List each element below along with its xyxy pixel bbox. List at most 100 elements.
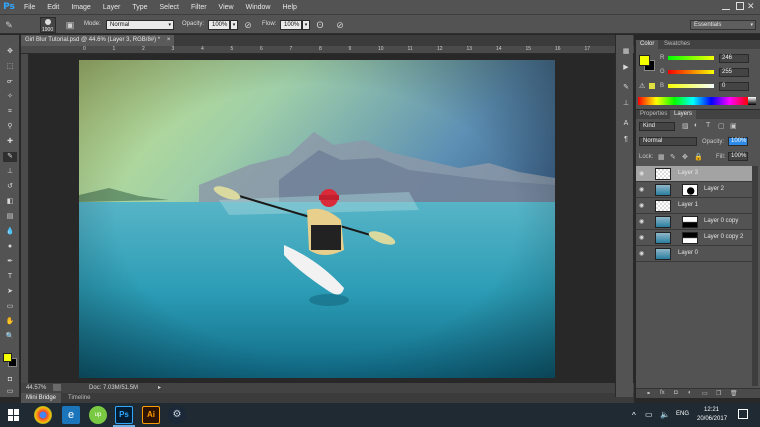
- canvas-area[interactable]: [29, 54, 634, 383]
- maximize-icon[interactable]: [736, 2, 744, 10]
- tab-timeline[interactable]: Timeline: [63, 393, 95, 403]
- workspace-select[interactable]: Essentials ▾: [690, 20, 756, 30]
- visibility-eye-icon[interactable]: ◉: [639, 251, 646, 257]
- layer-row-layer-1[interactable]: ◉ Layer 1: [636, 198, 752, 214]
- eraser-tool-icon[interactable]: ◧: [3, 197, 17, 207]
- out-of-gamut-warning-icon[interactable]: ⚠: [639, 82, 645, 90]
- layer-row-layer-2[interactable]: ◉ Layer 2: [636, 182, 752, 198]
- menu-type[interactable]: Type: [126, 4, 153, 11]
- character-panel-icon[interactable]: A: [619, 119, 633, 129]
- move-tool-icon[interactable]: ✥: [3, 47, 17, 57]
- menu-view[interactable]: View: [213, 4, 240, 11]
- menu-image[interactable]: Image: [65, 4, 96, 11]
- filter-type-icon[interactable]: T: [706, 122, 710, 129]
- brush-panel-icon[interactable]: ✎: [619, 83, 633, 93]
- gradient-tool-icon[interactable]: ▤: [3, 212, 17, 222]
- clock-date[interactable]: 20/06/2017: [697, 416, 727, 422]
- foreground-color-swatch[interactable]: [3, 353, 12, 362]
- chrome-icon[interactable]: [34, 406, 52, 424]
- hand-tool-icon[interactable]: ✋: [3, 317, 17, 327]
- fill-input[interactable]: 100%: [728, 152, 748, 161]
- green-value-input[interactable]: 255: [719, 68, 749, 77]
- blur-tool-icon[interactable]: 💧: [3, 227, 17, 237]
- quick-mask-icon[interactable]: ◘: [3, 375, 17, 385]
- layer-row-layer-0-copy[interactable]: ◉ Layer 0 copy: [636, 214, 752, 230]
- layer-style-icon[interactable]: fx: [660, 390, 665, 396]
- visibility-eye-icon[interactable]: ◉: [639, 203, 646, 209]
- pressure-size-icon[interactable]: ⊘: [334, 19, 346, 31]
- filter-pixel-icon[interactable]: ▨: [682, 122, 689, 130]
- edge-icon[interactable]: e: [62, 406, 80, 424]
- brush-tool-icon[interactable]: ✎: [3, 152, 17, 162]
- flow-dropdown-chevron-icon[interactable]: ▾: [302, 20, 310, 30]
- crop-tool-icon[interactable]: ⌗: [3, 107, 17, 117]
- menu-window[interactable]: Window: [240, 4, 277, 11]
- link-layers-icon[interactable]: ⚭: [646, 390, 651, 397]
- document-tab[interactable]: Girl Blur Tutorial.psd @ 44.6% (Layer 3,…: [21, 35, 175, 46]
- pressure-opacity-icon[interactable]: ⊘: [242, 19, 254, 31]
- show-hidden-icons-chevron-icon[interactable]: ^: [632, 411, 636, 420]
- layer-row-layer-0[interactable]: ◉ Layer 0: [636, 246, 752, 262]
- add-mask-icon[interactable]: ◘: [674, 390, 678, 396]
- blend-mode-select[interactable]: Normal: [639, 137, 697, 146]
- eyedropper-tool-icon[interactable]: ⚲: [3, 122, 17, 132]
- menu-edit[interactable]: Edit: [41, 4, 65, 11]
- blue-value-input[interactable]: 0: [719, 82, 749, 91]
- filter-smart-object-icon[interactable]: ▣: [730, 122, 737, 130]
- visibility-eye-icon[interactable]: ◉: [639, 235, 646, 241]
- network-icon[interactable]: ▭: [645, 410, 653, 419]
- visibility-eye-icon[interactable]: ◉: [639, 187, 646, 193]
- opacity-dropdown-chevron-icon[interactable]: ▾: [230, 20, 238, 30]
- zoom-level[interactable]: 44.57%: [26, 385, 46, 391]
- type-tool-icon[interactable]: T: [3, 272, 17, 282]
- green-slider[interactable]: [668, 70, 714, 74]
- utorrent-icon[interactable]: up: [89, 406, 107, 424]
- close-icon[interactable]: ✕: [747, 0, 757, 12]
- menu-help[interactable]: Help: [277, 4, 303, 11]
- paragraph-panel-icon[interactable]: ¶: [619, 135, 633, 145]
- document-image[interactable]: [79, 60, 555, 378]
- clone-source-icon[interactable]: ⊥: [619, 99, 633, 109]
- blue-slider[interactable]: [668, 84, 714, 88]
- healing-brush-tool-icon[interactable]: ✚: [3, 137, 17, 147]
- gamut-color-swatch[interactable]: [649, 83, 655, 89]
- tab-color[interactable]: Color: [636, 40, 659, 49]
- clone-stamp-tool-icon[interactable]: ⊥: [3, 167, 17, 177]
- color-panel-foreground-swatch[interactable]: [639, 55, 650, 66]
- red-slider[interactable]: [668, 56, 714, 60]
- illustrator-icon[interactable]: Ai: [142, 406, 160, 424]
- quick-select-tool-icon[interactable]: ✧: [3, 92, 17, 102]
- photoshop-taskbar-icon[interactable]: Ps: [115, 406, 133, 424]
- menu-file[interactable]: File: [18, 4, 41, 11]
- steam-icon[interactable]: ⚙: [168, 406, 186, 424]
- color-ramp-bw[interactable]: [748, 97, 756, 105]
- color-ramp[interactable]: [638, 97, 748, 105]
- screen-mode-icon[interactable]: ▭: [3, 387, 17, 397]
- windows-start-icon[interactable]: [8, 409, 20, 421]
- lock-position-icon[interactable]: ✥: [682, 153, 688, 161]
- dodge-tool-icon[interactable]: ●: [3, 242, 17, 252]
- tab-layers[interactable]: Layers: [670, 110, 697, 119]
- lock-all-icon[interactable]: 🔒: [694, 153, 703, 161]
- flow-input[interactable]: 100%: [280, 20, 302, 30]
- tab-mini-bridge[interactable]: Mini Bridge: [21, 393, 62, 403]
- history-panel-icon[interactable]: ▦: [619, 47, 633, 57]
- pen-tool-icon[interactable]: ✒: [3, 257, 17, 267]
- layer-opacity-input[interactable]: 100%: [728, 137, 748, 146]
- layer-row-layer-3[interactable]: ◉ Layer 3: [636, 166, 752, 182]
- adjustment-layer-icon[interactable]: ◐: [688, 390, 692, 396]
- new-group-icon[interactable]: ▭: [702, 390, 708, 397]
- status-menu-arrow-icon[interactable]: ▸: [158, 384, 161, 391]
- menu-layer[interactable]: Layer: [97, 4, 127, 11]
- visibility-eye-icon[interactable]: ◉: [639, 219, 646, 225]
- menu-select[interactable]: Select: [154, 4, 185, 11]
- layer-filter-kind-select[interactable]: Kind: [639, 122, 675, 131]
- airbrush-icon[interactable]: ʘ: [314, 19, 326, 31]
- new-layer-icon[interactable]: ❐: [716, 390, 721, 397]
- lock-transparent-icon[interactable]: ▦: [658, 153, 665, 161]
- delete-layer-icon[interactable]: 🗑: [730, 390, 738, 397]
- lasso-tool-icon[interactable]: ᓂ: [3, 77, 17, 87]
- action-center-icon[interactable]: [738, 409, 748, 419]
- brush-size-picker[interactable]: 1900: [40, 17, 56, 33]
- history-brush-tool-icon[interactable]: ↺: [3, 182, 17, 192]
